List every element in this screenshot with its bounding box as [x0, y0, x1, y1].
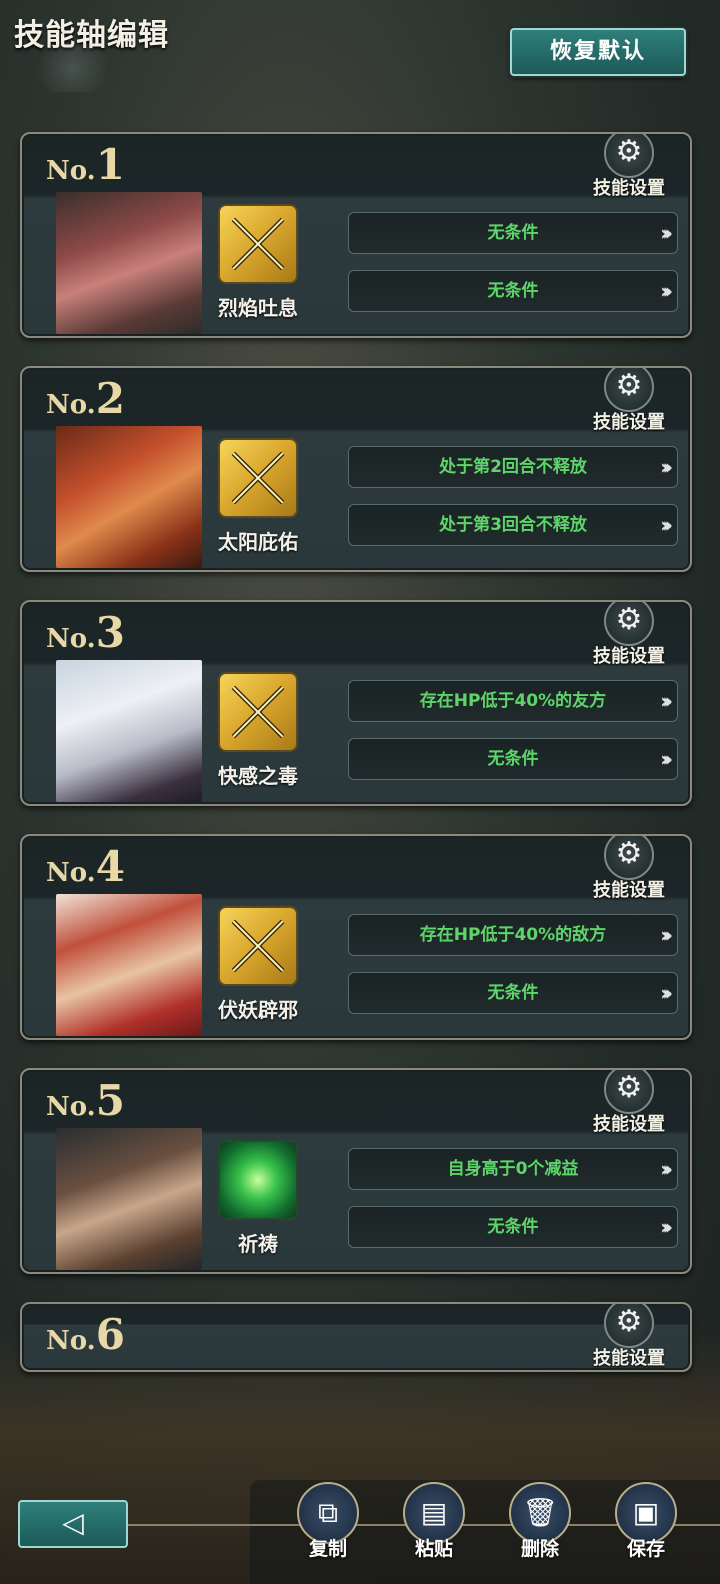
skill-settings-button[interactable]: ⚙ 技能设置 [584, 1304, 674, 1369]
skill-settings-button[interactable]: ⚙ 技能设置 [584, 602, 674, 667]
condition-button[interactable]: 无条件 ››› [348, 270, 678, 312]
skill-name: 伏妖辟邪 [218, 998, 298, 1022]
skill-settings-button[interactable]: ⚙ 技能设置 [584, 134, 674, 199]
chevrons-icon: ››› [660, 1215, 673, 1239]
card-number: No.5 [46, 1076, 125, 1125]
skill-name: 祈祷 [238, 1232, 278, 1256]
skill-settings-label: 技能设置 [593, 880, 665, 901]
card-number: No.4 [46, 842, 125, 891]
card-number: No.6 [46, 1310, 125, 1359]
back-button[interactable]: ◁ [18, 1500, 128, 1548]
condition-button[interactable]: 无条件 ››› [348, 972, 678, 1014]
gear-icon: ⚙ [604, 602, 654, 646]
skill-settings-label: 技能设置 [593, 646, 665, 667]
skill-card-3: No.3 ⚙ 技能设置 快感之毒 存在HP低于40%的友方 ››› 无条件 ››› [20, 600, 692, 806]
skill-card-2: No.2 ⚙ 技能设置 太阳庇佑 处于第2回合不释放 ››› 处于第3回合不释放 ›… [20, 366, 692, 572]
condition-button[interactable]: 存在HP低于40%的友方 ››› [348, 680, 678, 722]
gear-icon: ⚙ [604, 134, 654, 178]
character-portrait [56, 426, 202, 568]
chevrons-icon: ››› [660, 279, 673, 303]
card-number: No.1 [46, 140, 125, 189]
crossed-swords-icon[interactable] [218, 204, 298, 284]
chevrons-icon: ››› [660, 923, 673, 947]
gear-icon: ⚙ [604, 368, 654, 412]
reset-default-button[interactable]: 恢复默认 [510, 28, 686, 76]
condition-button[interactable]: 无条件 ››› [348, 738, 678, 780]
skill-name: 烈焰吐息 [218, 296, 298, 320]
condition-button[interactable]: 处于第3回合不释放 ››› [348, 504, 678, 546]
delete-label: 删除 [520, 1538, 559, 1560]
character-portrait [56, 894, 202, 1036]
skill-settings-button[interactable]: ⚙ 技能设置 [584, 836, 674, 901]
skill-card-6: No.6 ⚙ 技能设置 [20, 1302, 692, 1372]
skill-card-4: No.4 ⚙ 技能设置 伏妖辟邪 存在HP低于40%的敌方 ››› 无条件 ››› [20, 834, 692, 1040]
condition-button[interactable]: 自身高于0个减益 ››› [348, 1148, 678, 1190]
copy-button[interactable]: ⧉ 复制 [292, 1482, 364, 1561]
delete-button[interactable]: 🗑 删除 [504, 1482, 576, 1561]
copy-label: 复制 [308, 1538, 347, 1560]
condition-button[interactable]: 无条件 ››› [348, 212, 678, 254]
character-portrait [56, 192, 202, 334]
paste-label: 粘贴 [414, 1538, 453, 1560]
skill-settings-label: 技能设置 [593, 1114, 665, 1135]
skill-settings-label: 技能设置 [593, 412, 665, 433]
chevrons-icon: ››› [660, 981, 673, 1005]
paste-button[interactable]: ▤ 粘贴 [398, 1482, 470, 1561]
skill-name: 快感之毒 [218, 764, 298, 788]
skill-name: 太阳庇佑 [218, 530, 298, 554]
skill-settings-button[interactable]: ⚙ 技能设置 [584, 368, 674, 433]
save-button[interactable]: ▣ 保存 [610, 1482, 682, 1561]
card-number: No.2 [46, 374, 125, 423]
green-orb-icon[interactable] [218, 1140, 298, 1220]
gear-icon: ⚙ [604, 836, 654, 880]
chevrons-icon: ››› [660, 1157, 673, 1181]
card-number: No.3 [46, 608, 125, 657]
crossed-swords-icon[interactable] [218, 438, 298, 518]
skill-card-1: No.1 ⚙ 技能设置 烈焰吐息 无条件 ››› 无条件 ››› [20, 132, 692, 338]
crossed-swords-icon[interactable] [218, 906, 298, 986]
crossed-swords-icon[interactable] [218, 672, 298, 752]
condition-button[interactable]: 无条件 ››› [348, 1206, 678, 1248]
character-portrait [56, 660, 202, 802]
emblem-icon [28, 44, 118, 92]
chevrons-icon: ››› [660, 221, 673, 245]
chevrons-icon: ››› [660, 689, 673, 713]
back-arrow-icon: ◁ [62, 1506, 84, 1539]
skill-settings-label: 技能设置 [593, 1348, 665, 1369]
condition-button[interactable]: 处于第2回合不释放 ››› [348, 446, 678, 488]
condition-button[interactable]: 存在HP低于40%的敌方 ››› [348, 914, 678, 956]
save-label: 保存 [626, 1538, 665, 1560]
gear-icon: ⚙ [604, 1070, 654, 1114]
chevrons-icon: ››› [660, 747, 673, 771]
chevrons-icon: ››› [660, 455, 673, 479]
skill-settings-label: 技能设置 [593, 178, 665, 199]
character-portrait [56, 1128, 202, 1270]
gear-icon: ⚙ [604, 1304, 654, 1348]
chevrons-icon: ››› [660, 513, 673, 537]
skill-card-5: No.5 ⚙ 技能设置 祈祷 自身高于0个减益 ››› 无条件 ››› [20, 1068, 692, 1274]
skill-settings-button[interactable]: ⚙ 技能设置 [584, 1070, 674, 1135]
